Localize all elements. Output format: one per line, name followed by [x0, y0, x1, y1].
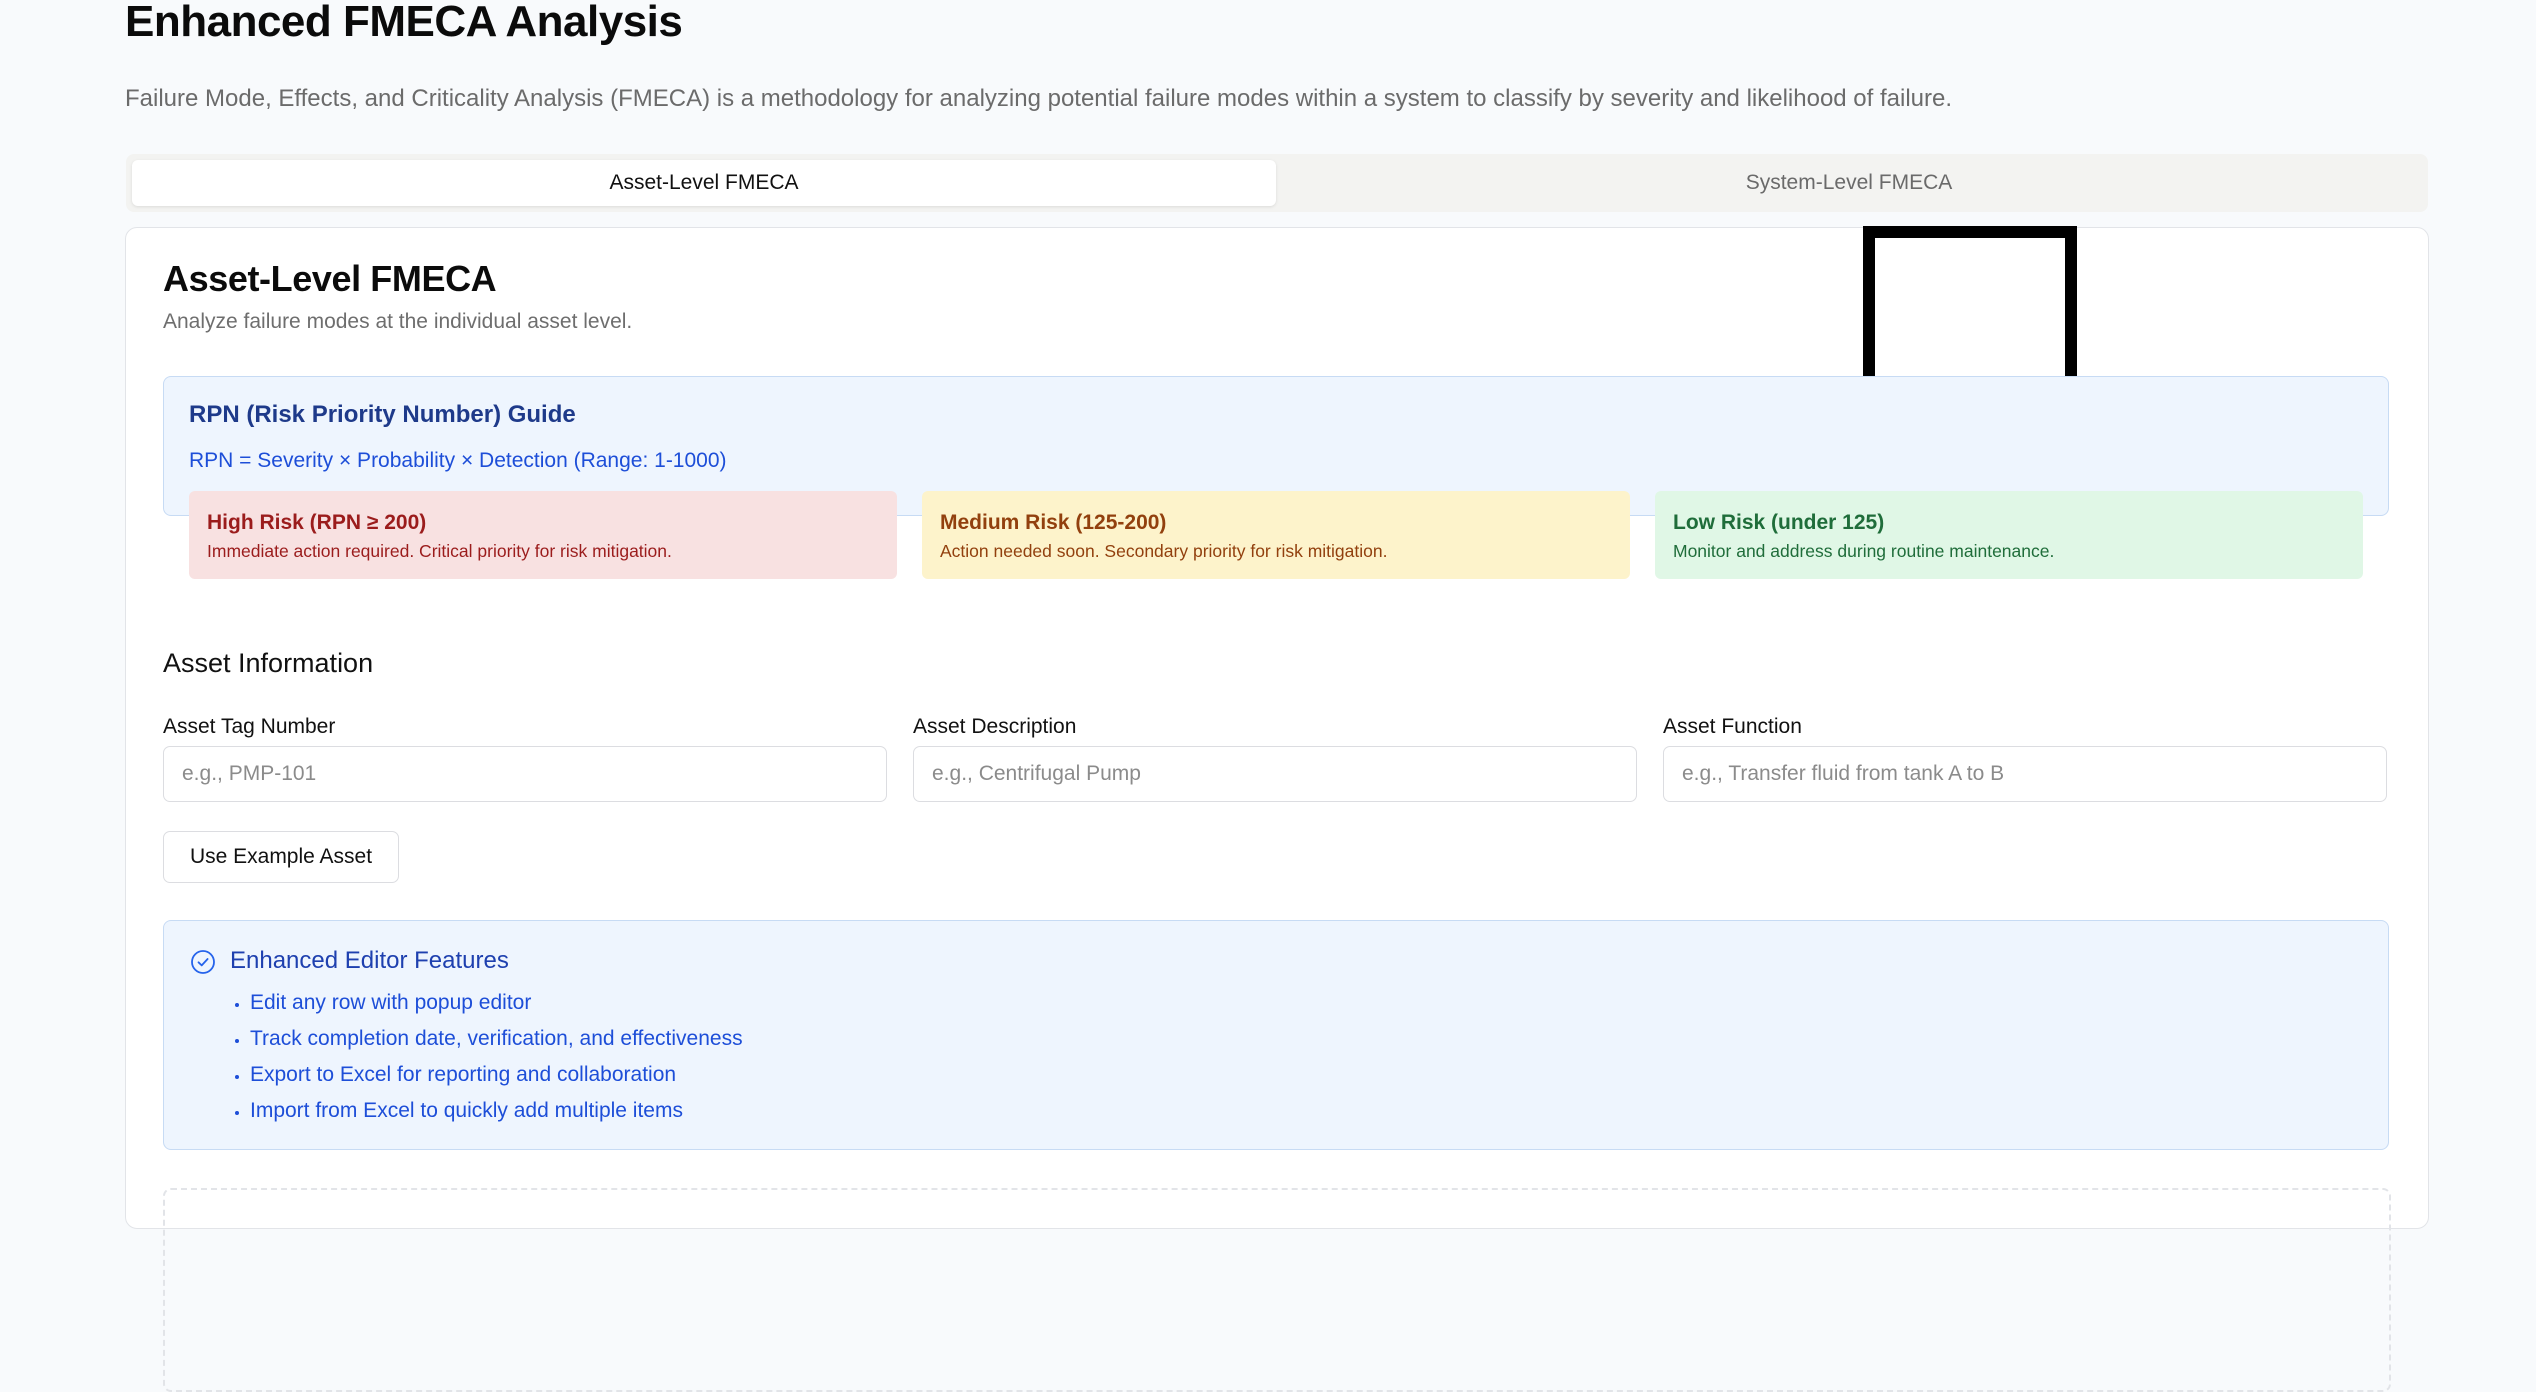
check-circle-icon [191, 950, 215, 974]
risk-medium-card: Medium Risk (125-200) Action needed soon… [922, 491, 1630, 579]
asset-description-input[interactable] [913, 746, 1637, 802]
asset-description-label: Asset Description [913, 715, 1077, 738]
asset-function-label: Asset Function [1663, 715, 1802, 738]
feature-item: Track completion date, verification, and… [250, 1021, 743, 1057]
asset-tag-label: Asset Tag Number [163, 715, 336, 738]
feature-item: Edit any row with popup editor [250, 985, 743, 1021]
asset-fmeca-card: Asset-Level FMECA Analyze failure modes … [125, 226, 2429, 1392]
black-box-overlay [1863, 226, 2077, 398]
asset-information-heading: Asset Information [163, 648, 374, 678]
risk-low-title: Low Risk (under 125) [1673, 511, 1885, 534]
dashed-dropzone [163, 1188, 2391, 1392]
editor-features-panel: Enhanced Editor Features Edit any row wi… [163, 920, 2389, 1150]
rpn-formula: RPN = Severity × Probability × Detection… [189, 449, 727, 472]
risk-high-card: High Risk (RPN ≥ 200) Immediate action r… [189, 491, 897, 579]
asset-function-input[interactable] [1663, 746, 2387, 802]
features-title: Enhanced Editor Features [230, 947, 509, 974]
risk-high-title: High Risk (RPN ≥ 200) [207, 511, 427, 534]
feature-item: Import from Excel to quickly add multipl… [250, 1093, 743, 1129]
features-list: Edit any row with popup editor Track com… [228, 985, 743, 1129]
rpn-guide-panel: RPN (Risk Priority Number) Guide RPN = S… [163, 376, 2389, 579]
tab-asset-level-fmeca[interactable]: Asset-Level FMECA [132, 160, 1276, 206]
asset-tag-input[interactable] [163, 746, 887, 802]
card-title: Asset-Level FMECA [163, 258, 497, 299]
risk-low-card: Low Risk (under 125) Monitor and address… [1655, 491, 2363, 579]
tab-system-level-fmeca[interactable]: System-Level FMECA [1276, 160, 2422, 206]
risk-medium-description: Action needed soon. Secondary priority f… [940, 541, 1388, 561]
risk-medium-title: Medium Risk (125-200) [940, 511, 1167, 534]
feature-item: Export to Excel for reporting and collab… [250, 1057, 743, 1093]
page-description: Failure Mode, Effects, and Criticality A… [125, 85, 1953, 112]
rpn-guide-title: RPN (Risk Priority Number) Guide [189, 401, 576, 428]
risk-high-description: Immediate action required. Critical prio… [207, 541, 672, 561]
card-subtitle: Analyze failure modes at the individual … [163, 310, 633, 333]
tab-list: Asset-Level FMECA System-Level FMECA [126, 154, 2428, 212]
use-example-asset-button[interactable]: Use Example Asset [163, 831, 399, 883]
page-title: Enhanced FMECA Analysis [125, 0, 683, 46]
risk-low-description: Monitor and address during routine maint… [1673, 541, 2055, 561]
